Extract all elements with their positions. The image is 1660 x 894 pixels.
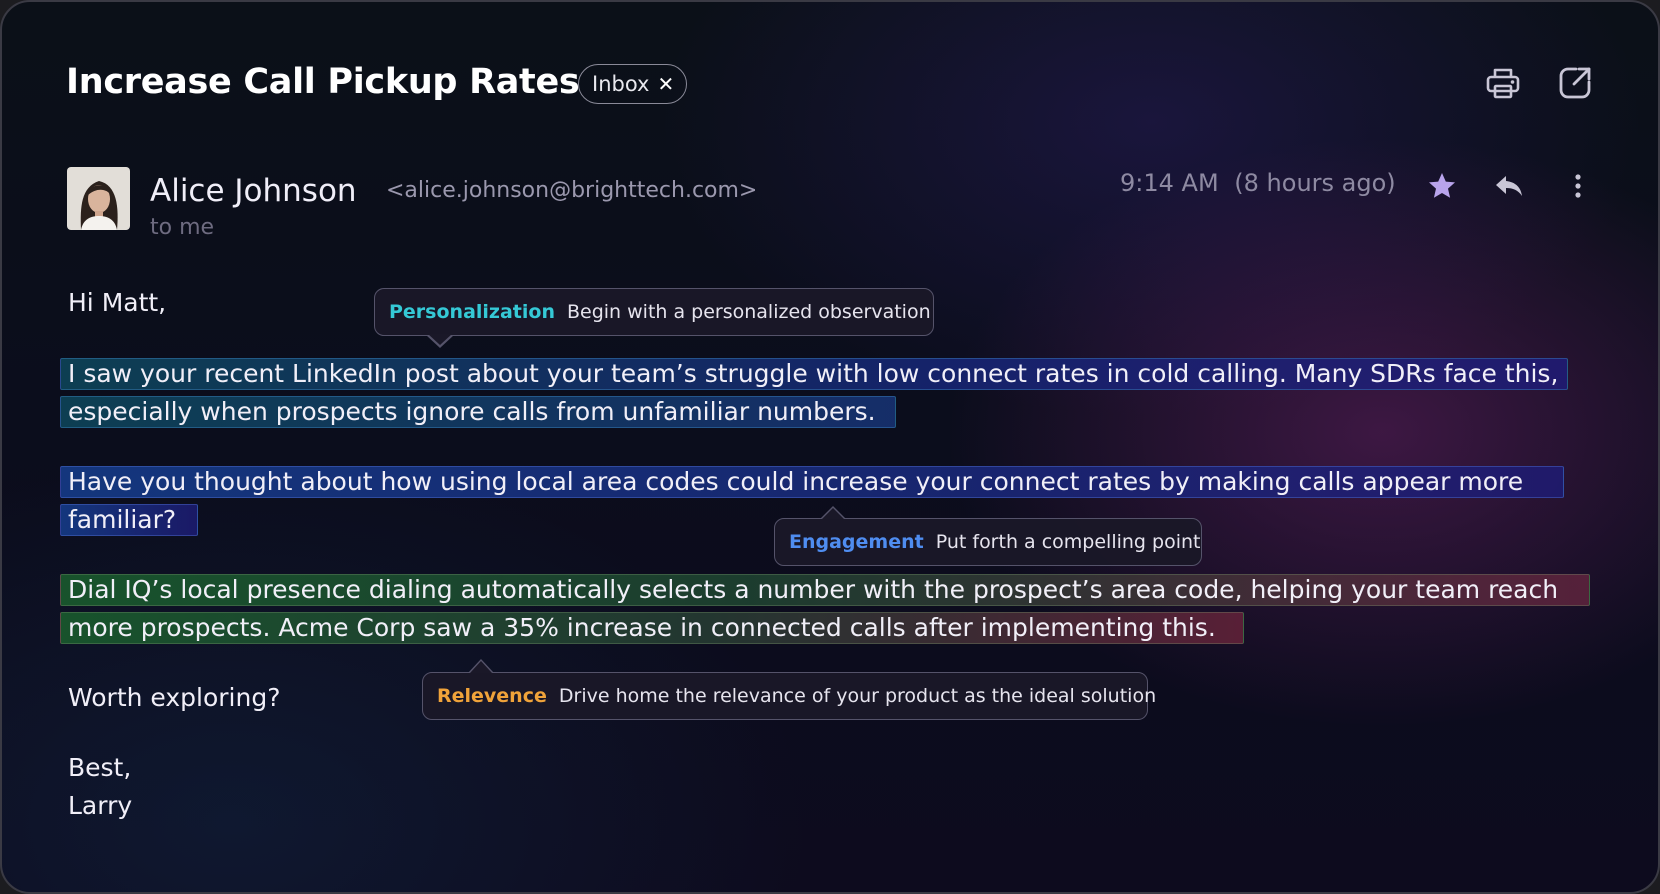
sender-avatar xyxy=(67,167,130,230)
reply-icon xyxy=(1496,176,1522,196)
more-options-button[interactable] xyxy=(1562,170,1594,202)
sender-name: Alice Johnson xyxy=(150,173,357,209)
star-icon xyxy=(1429,173,1455,198)
email-subject: Increase Call Pickup Rates xyxy=(66,62,580,102)
email-viewer-window: Increase Call Pickup Rates Inbox ✕ Alice… xyxy=(0,0,1660,894)
email-greeting: Hi Matt, xyxy=(68,288,167,317)
email-signoff: Best, xyxy=(68,753,132,782)
inbox-label-text: Inbox xyxy=(592,72,650,96)
email-question: Worth exploring? xyxy=(68,683,281,712)
callout-text: Begin with a personalized observation xyxy=(566,301,931,323)
printer-icon xyxy=(1486,68,1520,99)
received-time: 9:14 AM (8 hours ago) xyxy=(1120,169,1396,197)
callout-tail xyxy=(470,661,492,673)
paragraph-line: I saw your recent LinkedIn post about yo… xyxy=(68,359,1559,388)
paragraph-line: especially when prospects ignore calls f… xyxy=(68,397,876,426)
star-button[interactable] xyxy=(1426,170,1458,202)
remove-label-icon[interactable]: ✕ xyxy=(657,74,674,94)
print-button[interactable] xyxy=(1484,64,1522,102)
time-text: 9:14 AM xyxy=(1120,169,1219,197)
callout-text: Drive home the relevance of your product… xyxy=(558,685,1157,707)
time-relative: (8 hours ago) xyxy=(1234,169,1396,197)
reply-button[interactable] xyxy=(1493,170,1525,202)
callout-tag: Engagement xyxy=(789,531,924,553)
engagement-callout: Engagement Put forth a compelling point xyxy=(774,518,1202,566)
callout-tag: Relevence xyxy=(437,685,547,707)
paragraph-line: familiar? xyxy=(68,505,177,534)
avatar-image xyxy=(67,167,130,230)
recipient-label[interactable]: to me xyxy=(150,215,214,240)
personalization-callout: Personalization Begin with a personalize… xyxy=(374,288,934,336)
inbox-label-chip[interactable]: Inbox ✕ xyxy=(578,64,688,104)
sender-email: <alice.johnson@brighttech.com> xyxy=(386,178,758,203)
callout-tail xyxy=(822,508,844,519)
open-in-new-window-button[interactable] xyxy=(1556,64,1594,102)
paragraph-line: more prospects. Acme Corp saw a 35% incr… xyxy=(68,613,1216,642)
more-vertical-icon xyxy=(1575,174,1581,198)
relevance-callout: Relevence Drive home the relevance of yo… xyxy=(422,672,1156,720)
callout-text: Put forth a compelling point xyxy=(935,531,1201,553)
callout-tail xyxy=(428,334,452,345)
paragraph-line: Dial IQ’s local presence dialing automat… xyxy=(68,575,1559,604)
open-in-new-icon xyxy=(1559,67,1591,99)
callout-tag: Personalization xyxy=(389,301,555,323)
paragraph-line: Have you thought about how using local a… xyxy=(68,467,1524,496)
email-signature: Larry xyxy=(68,791,133,820)
